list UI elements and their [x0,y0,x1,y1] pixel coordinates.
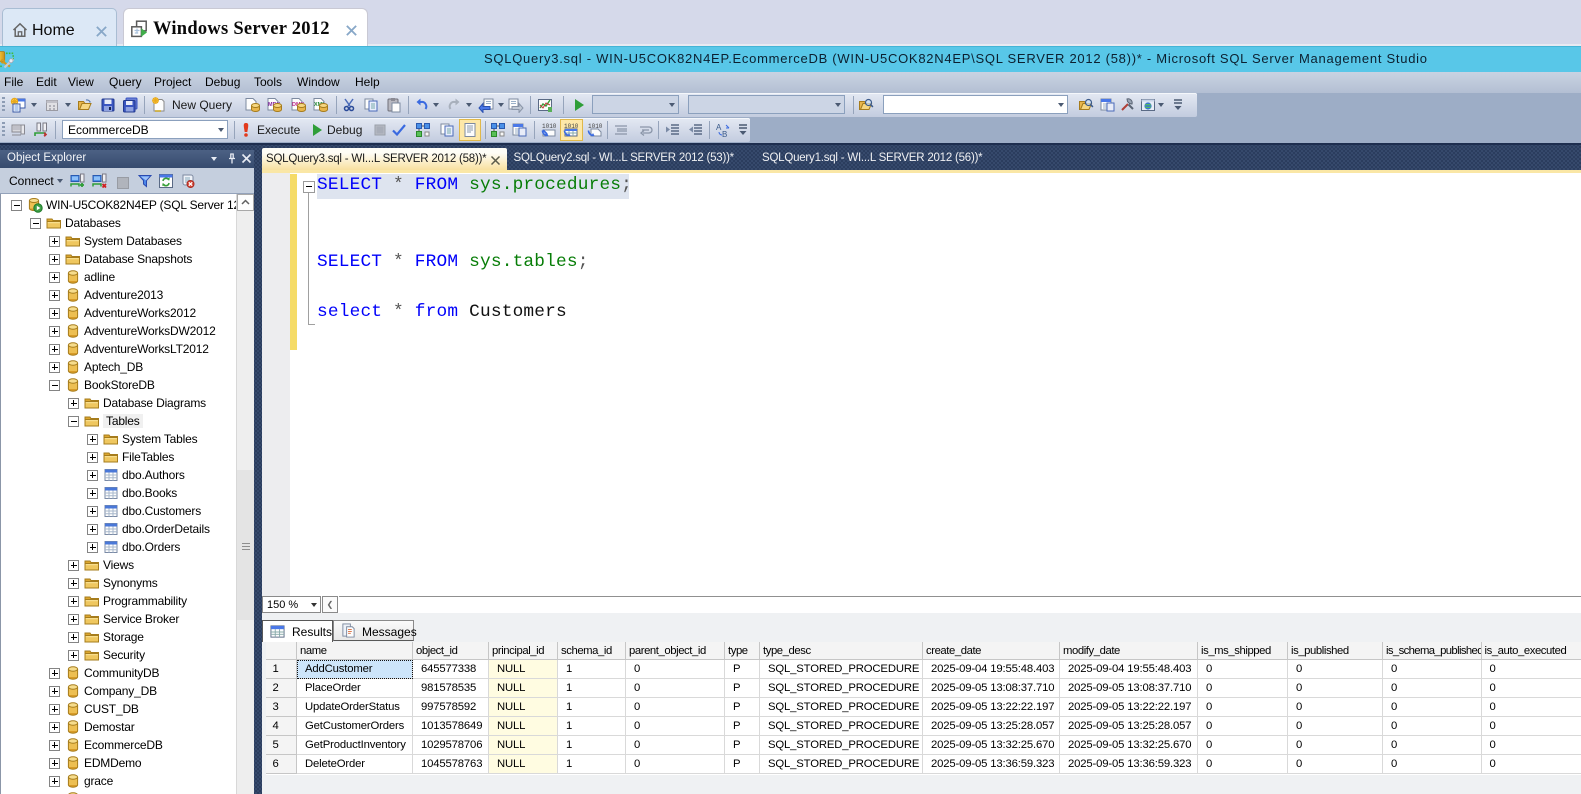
svg-text:B: B [722,130,727,138]
svg-text:1010: 1010 [542,123,557,130]
